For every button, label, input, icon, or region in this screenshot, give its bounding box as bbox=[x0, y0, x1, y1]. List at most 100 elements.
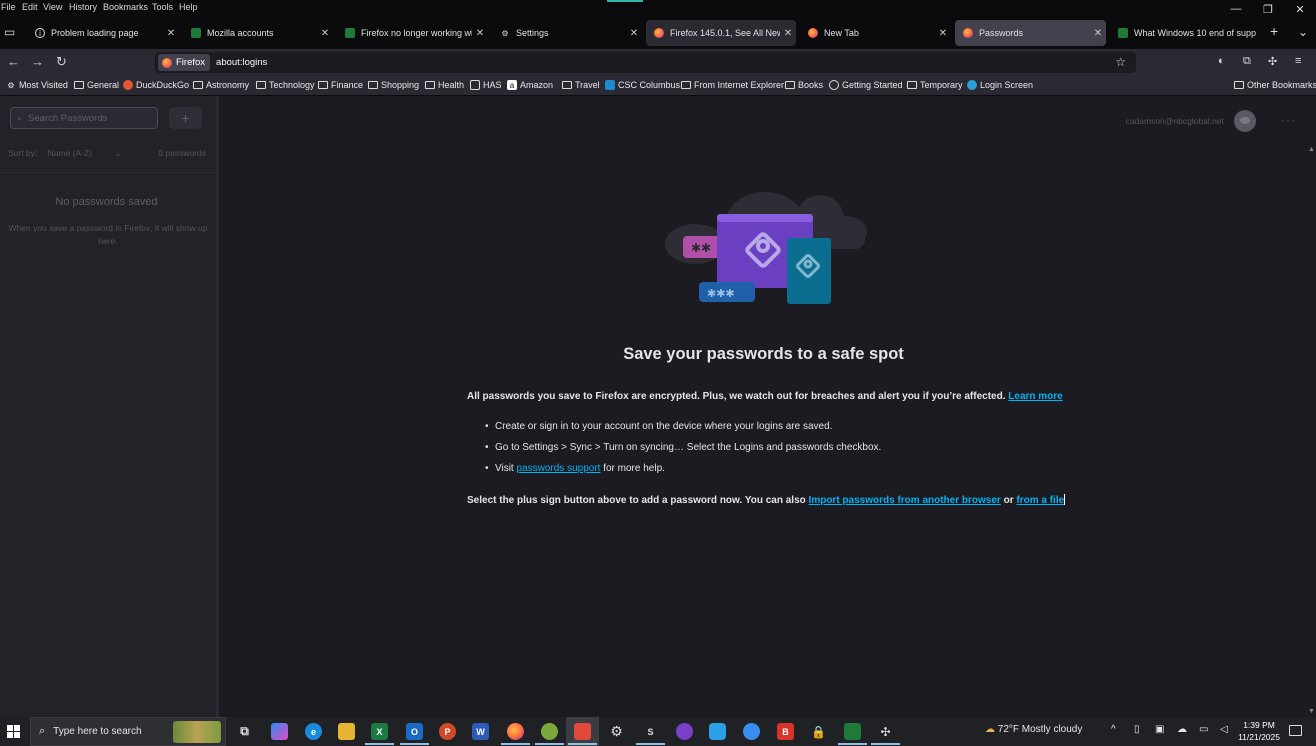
taskbar-search-box[interactable]: ⌕ Type here to search bbox=[30, 717, 226, 746]
import-from-browser-link[interactable]: Import passwords from another browser bbox=[809, 495, 1001, 506]
menu-tools[interactable]: Tools bbox=[152, 2, 173, 12]
bookmark-has[interactable]: HAS bbox=[470, 80, 502, 90]
bookmark-other-bookmarks[interactable]: Other Bookmarks bbox=[1234, 80, 1316, 90]
extensions-icon[interactable]: ⧉ bbox=[1243, 55, 1251, 68]
menu-edit[interactable]: Edit bbox=[22, 2, 38, 12]
notification-icon[interactable] bbox=[1289, 725, 1302, 736]
menu-history[interactable]: History bbox=[69, 2, 97, 12]
hamburger-menu-icon[interactable]: ≡ bbox=[1295, 55, 1301, 67]
tab-settings[interactable]: ⚙ Settings ✕ bbox=[492, 20, 642, 46]
tab-firefox-release-notes[interactable]: Firefox 145.0.1, See All New F ✕ bbox=[646, 20, 796, 46]
task-view-icon[interactable]: ⧉ bbox=[236, 723, 253, 740]
add-password-button[interactable]: + bbox=[169, 107, 202, 129]
search-passwords-input[interactable]: ⌕ Search Passwords bbox=[10, 107, 158, 129]
bookmark-duckduckgo[interactable]: DuckDuckGo bbox=[123, 80, 189, 90]
menu-file[interactable]: File bbox=[1, 2, 16, 12]
file-explorer-icon[interactable] bbox=[338, 723, 355, 740]
import-from-file-link[interactable]: from a file bbox=[1016, 495, 1064, 506]
copilot-icon[interactable] bbox=[271, 723, 288, 740]
bookmark-star-icon[interactable]: ☆ bbox=[1115, 55, 1126, 69]
edge-icon[interactable]: e bbox=[305, 723, 322, 740]
bookmark-login-screen[interactable]: Login Screen bbox=[967, 80, 1033, 90]
menu-view[interactable]: View bbox=[43, 2, 62, 12]
avatar[interactable] bbox=[1234, 110, 1256, 132]
new-tab-icon[interactable]: + bbox=[1270, 23, 1278, 39]
menu-bookmarks[interactable]: Bookmarks bbox=[103, 2, 148, 12]
bookmark-health[interactable]: Health bbox=[425, 80, 464, 90]
scroll-up-icon[interactable]: ▲ bbox=[1308, 146, 1315, 153]
excel-icon[interactable]: X bbox=[365, 723, 394, 745]
forward-icon[interactable]: → bbox=[31, 54, 44, 69]
account-icon[interactable]: ◐ bbox=[1218, 55, 1225, 67]
tab-problem-loading[interactable]: i Problem loading page ✕ bbox=[27, 20, 179, 46]
learn-more-link[interactable]: Learn more bbox=[1008, 391, 1062, 402]
close-tab-icon[interactable]: ✕ bbox=[626, 28, 642, 39]
powerpoint-icon[interactable]: P bbox=[439, 723, 456, 740]
url-text[interactable]: about:logins bbox=[216, 57, 267, 68]
bookmark-travel[interactable]: Travel bbox=[562, 80, 600, 90]
close-tab-icon[interactable]: ✕ bbox=[935, 28, 951, 39]
close-tab-icon[interactable]: ✕ bbox=[163, 28, 179, 39]
usb-icon[interactable]: ▯ bbox=[1134, 724, 1140, 735]
bookmark-astronomy[interactable]: Astronomy bbox=[193, 80, 249, 90]
weather-widget[interactable]: ☁ 72°F Mostly cloudy bbox=[985, 724, 1082, 735]
close-tab-icon[interactable]: ✕ bbox=[1090, 28, 1106, 39]
identity-box[interactable]: Firefox bbox=[158, 54, 211, 71]
bookmark-amazon[interactable]: a Amazon bbox=[507, 80, 553, 90]
tab-manager-icon[interactable]: ▭ bbox=[4, 25, 15, 39]
extension-icon[interactable]: ✣ bbox=[1268, 55, 1277, 68]
app-icon[interactable] bbox=[535, 723, 564, 745]
bookmark-general[interactable]: General bbox=[74, 80, 119, 90]
onedrive-icon[interactable]: ☁ bbox=[1177, 724, 1187, 735]
bookmark-technology[interactable]: Technology bbox=[256, 80, 315, 90]
system-clock[interactable]: 1:39 PM 11/21/2025 bbox=[1238, 719, 1280, 743]
chevron-up-icon[interactable]: ^ bbox=[1111, 724, 1116, 735]
green-app-icon[interactable] bbox=[838, 723, 867, 745]
bookmark-shopping[interactable]: Shopping bbox=[368, 80, 419, 90]
network-icon[interactable]: ▭ bbox=[1199, 724, 1208, 735]
close-tab-icon[interactable]: ✕ bbox=[472, 28, 488, 39]
tab-passwords[interactable]: Passwords ✕ bbox=[955, 20, 1106, 46]
folder-icon bbox=[1234, 81, 1244, 89]
bookmark-books[interactable]: Books bbox=[785, 80, 823, 90]
csc-icon bbox=[605, 80, 615, 90]
lock-icon[interactable]: 🔒 bbox=[810, 723, 827, 740]
back-icon[interactable]: ← bbox=[7, 54, 20, 69]
mail-icon[interactable] bbox=[709, 723, 726, 740]
word-icon[interactable]: W bbox=[472, 723, 489, 740]
firefox-taskbar-icon[interactable] bbox=[501, 723, 530, 745]
more-options-icon[interactable]: ··· bbox=[1281, 113, 1296, 127]
list-all-tabs-icon[interactable]: ⌄ bbox=[1298, 25, 1308, 39]
brave-icon[interactable]: B bbox=[777, 723, 794, 740]
discord-icon[interactable] bbox=[676, 723, 693, 740]
page-scrollbar[interactable]: ▲ ▼ bbox=[1308, 96, 1316, 717]
snipping-tool-icon[interactable] bbox=[568, 723, 597, 745]
windows-start-icon[interactable] bbox=[7, 725, 20, 738]
url-bar[interactable]: Firefox about:logins ☆ bbox=[155, 52, 1136, 73]
sublime-icon[interactable]: S bbox=[636, 723, 665, 745]
close-tab-icon[interactable]: ✕ bbox=[317, 28, 333, 39]
bookmark-most-visited[interactable]: ⚙ Most Visited bbox=[6, 80, 67, 90]
passwords-support-link[interactable]: passwords support bbox=[517, 463, 601, 474]
menu-help[interactable]: Help bbox=[179, 2, 198, 12]
pinwheel-icon[interactable]: ✣ bbox=[871, 723, 900, 745]
tab-new-tab[interactable]: New Tab ✕ bbox=[800, 20, 951, 46]
account-email[interactable]: cadamson@nbcglobal.net bbox=[1126, 116, 1224, 126]
scroll-down-icon[interactable]: ▼ bbox=[1308, 708, 1315, 715]
bookmark-temporary[interactable]: Temporary bbox=[907, 80, 963, 90]
bookmark-from-internet-explorer[interactable]: From Internet Explorer bbox=[681, 80, 784, 90]
sort-select[interactable]: Name (A-Z) bbox=[48, 148, 92, 158]
tab-windows-10-end-of-support[interactable]: What Windows 10 end of supp bbox=[1110, 20, 1260, 46]
settings-gear-icon[interactable]: ⚙ bbox=[608, 723, 625, 740]
tab-mozilla-accounts[interactable]: Mozilla accounts ✕ bbox=[183, 20, 333, 46]
close-tab-icon[interactable]: ✕ bbox=[780, 28, 796, 39]
bookmark-finance[interactable]: Finance bbox=[318, 80, 363, 90]
volume-icon[interactable]: ◁ bbox=[1220, 724, 1228, 735]
tab-firefox-no-longer-working[interactable]: Firefox no longer working with ✕ bbox=[337, 20, 488, 46]
sync-icon[interactable] bbox=[743, 723, 760, 740]
bookmark-getting-started[interactable]: Getting Started bbox=[829, 80, 903, 90]
reload-icon[interactable]: ↻ bbox=[56, 54, 67, 70]
bookmark-csc-columbus[interactable]: CSC Columbus bbox=[605, 80, 680, 90]
display-icon[interactable]: ▣ bbox=[1155, 724, 1164, 735]
outlook-icon[interactable]: O bbox=[400, 723, 429, 745]
